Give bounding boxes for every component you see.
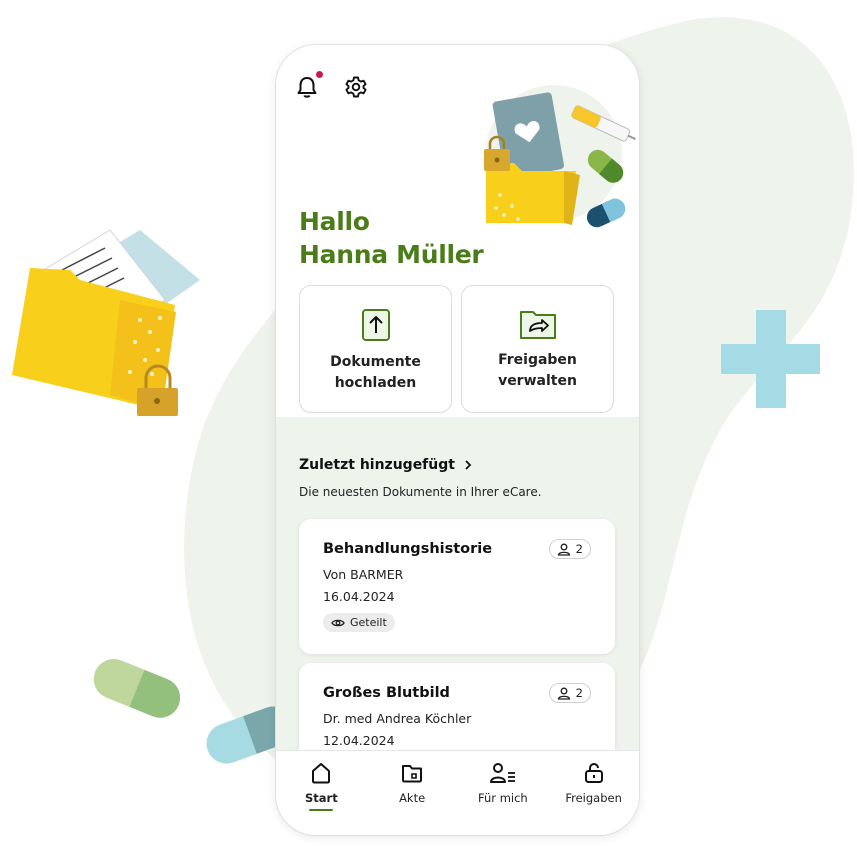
upload-documents-label: Dokumente hochladen	[330, 354, 421, 391]
notification-dot	[316, 71, 323, 78]
document-sender: Von BARMER	[323, 567, 404, 582]
shared-status-label: Geteilt	[350, 616, 387, 629]
nav-item-freigaben[interactable]: Freigaben	[554, 761, 634, 835]
manage-shares-button[interactable]: Freigaben verwalten	[461, 285, 614, 413]
nav-item-akte[interactable]: Akte	[372, 761, 452, 835]
document-sender: Dr. med Andrea Köchler	[323, 711, 472, 726]
shared-with-count: 2	[575, 542, 583, 556]
gear-icon	[345, 76, 367, 98]
shared-with-count: 2	[575, 686, 583, 700]
hero-illustration	[484, 85, 636, 228]
nav-item-freigaben-label: Freigaben	[565, 791, 622, 805]
upload-documents-button[interactable]: Dokumente hochladen	[299, 285, 452, 413]
settings-button[interactable]	[344, 75, 368, 101]
greeting: Hallo Hanna Müller	[299, 205, 484, 271]
document-date: 16.04.2024	[323, 589, 395, 604]
manage-shares-label: Freigaben verwalten	[498, 352, 577, 389]
recent-section-title: Zuletzt hinzugefügt	[299, 457, 455, 473]
pill-illustration	[93, 659, 181, 718]
folder-illustration	[12, 229, 200, 416]
greeting-name: Hanna Müller	[299, 240, 484, 269]
user-list-icon	[489, 763, 515, 783]
bell-icon	[297, 77, 317, 98]
quick-actions: Dokumente hochladen Freigaben verwalten	[299, 285, 614, 413]
nav-item-fuer-mich-label: Für mich	[478, 791, 528, 805]
chevron-right-icon	[465, 460, 472, 470]
active-indicator	[309, 809, 334, 811]
folder-icon	[402, 765, 423, 783]
bottom-navigation: Start Akte Für mich Freigaben	[276, 750, 639, 835]
recent-section-link[interactable]: Zuletzt hinzugefügt	[299, 457, 473, 473]
nav-item-fuer-mich[interactable]: Für mich	[463, 761, 543, 835]
greeting-line1: Hallo	[299, 207, 370, 236]
person-icon	[557, 543, 570, 556]
upload-icon	[361, 309, 390, 341]
shared-with-badge: 2	[548, 539, 591, 559]
eye-icon	[331, 619, 345, 626]
top-bar	[296, 71, 368, 101]
document-date: 12.04.2024	[323, 733, 395, 748]
home-icon	[312, 763, 331, 784]
notifications-button[interactable]	[296, 71, 323, 101]
nav-item-akte-label: Akte	[399, 791, 426, 805]
shared-with-badge: 2	[548, 683, 591, 703]
person-icon	[557, 687, 570, 700]
phone-screen: Hallo Hanna Müller Dokumente hochladen F…	[276, 45, 639, 835]
unlock-icon	[584, 763, 603, 783]
shared-status-chip: Geteilt	[323, 613, 395, 632]
nav-item-start-label: Start	[305, 791, 338, 805]
document-card[interactable]: Behandlungshistorie Von BARMER 16.04.202…	[299, 519, 615, 654]
recent-section-subtitle: Die neuesten Dokumente in Ihrer eCare.	[299, 485, 542, 499]
share-folder-icon	[519, 311, 556, 339]
nav-item-start[interactable]: Start	[281, 761, 361, 835]
